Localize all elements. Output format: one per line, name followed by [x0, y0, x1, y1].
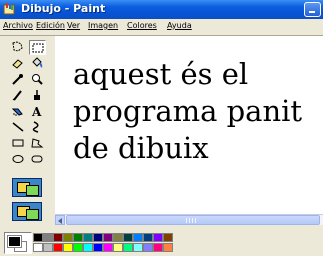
rect-select-icon: [32, 43, 44, 53]
paint-app-icon[interactable]: [3, 3, 16, 16]
tool-text[interactable]: A: [29, 104, 46, 119]
eraser-icon: [12, 59, 23, 69]
color-swatch[interactable]: [63, 243, 73, 252]
tool-airbrush[interactable]: [10, 104, 27, 119]
tool-brush[interactable]: [29, 88, 46, 103]
color-swatch[interactable]: [133, 243, 143, 252]
text-tool-icon: A: [31, 105, 42, 117]
svg-text:A: A: [31, 105, 42, 117]
free-select-icon: [12, 41, 23, 52]
curve-icon: [32, 121, 39, 133]
color-swatch[interactable]: [153, 233, 163, 242]
tool-ellipse[interactable]: [10, 152, 27, 167]
tool-rectangle[interactable]: [10, 136, 27, 151]
color-palette: [0, 226, 323, 256]
color-swatch[interactable]: [53, 243, 63, 252]
color-swatch[interactable]: [43, 243, 53, 252]
canvas-text: aquest és el programa panit de dibuix: [73, 56, 302, 167]
polygon-icon: [31, 138, 44, 148]
color-swatch[interactable]: [123, 243, 133, 252]
color-swatch[interactable]: [33, 233, 43, 242]
menu-edicion[interactable]: Edición: [36, 21, 65, 30]
tool-fill[interactable]: [29, 56, 46, 71]
menu-colores[interactable]: Colores: [127, 21, 157, 30]
minimize-icon: [309, 11, 315, 13]
horizontal-scrollbar[interactable]: [55, 214, 323, 225]
ellipse-icon: [12, 155, 24, 163]
canvas-text-line: de dibuix: [73, 131, 209, 165]
scroll-thumb[interactable]: [66, 215, 320, 225]
airbrush-icon: [11, 108, 23, 116]
color-picker-icon: [12, 74, 23, 85]
minimize-button[interactable]: [304, 2, 321, 17]
canvas-text-line: aquest és el: [73, 57, 249, 91]
toolbox: A: [0, 36, 54, 226]
color-swatch[interactable]: [63, 233, 73, 242]
tool-line[interactable]: [10, 120, 27, 135]
drawing-canvas[interactable]: aquest és el programa panit de dibuix: [55, 36, 323, 214]
tool-option-opaque[interactable]: [12, 178, 42, 197]
color-swatch[interactable]: [113, 233, 123, 242]
color-swatch[interactable]: [163, 243, 173, 252]
color-swatch[interactable]: [53, 233, 63, 242]
magnifier-icon: [32, 74, 43, 85]
title-bar: Dibujo - Paint: [0, 0, 323, 19]
pencil-icon: [12, 90, 22, 101]
menu-bar: Archivo Edición Ver Imagen Colores Ayuda: [0, 19, 323, 35]
canvas-text-line: programa panit: [73, 94, 303, 128]
tool-option-transparent[interactable]: [12, 202, 42, 221]
menu-ayuda[interactable]: Ayuda: [167, 21, 192, 30]
window-title: Dibujo - Paint: [21, 2, 106, 15]
color-swatch[interactable]: [73, 243, 83, 252]
rounded-rect-icon: [31, 155, 43, 163]
tool-polygon[interactable]: [29, 136, 46, 151]
color-swatch[interactable]: [143, 233, 153, 242]
color-swatch[interactable]: [33, 243, 43, 252]
color-swatch[interactable]: [83, 243, 93, 252]
current-colors[interactable]: [4, 232, 32, 254]
tool-magnifier[interactable]: [29, 72, 46, 87]
tool-eraser[interactable]: [10, 56, 27, 71]
color-swatch[interactable]: [143, 243, 153, 252]
color-swatch[interactable]: [163, 233, 173, 242]
color-swatch[interactable]: [133, 233, 143, 242]
color-swatch[interactable]: [93, 243, 103, 252]
line-icon: [12, 122, 24, 132]
color-swatch[interactable]: [43, 233, 53, 242]
fill-bucket-icon: [32, 57, 43, 68]
menu-imagen[interactable]: Imagen: [88, 21, 118, 30]
tool-curve[interactable]: [29, 120, 46, 135]
rectangle-icon: [12, 139, 24, 147]
color-swatch[interactable]: [153, 243, 163, 252]
tool-free-select[interactable]: [10, 40, 27, 55]
color-swatch[interactable]: [123, 233, 133, 242]
color-swatch[interactable]: [113, 243, 123, 252]
foreground-color-swatch[interactable]: [7, 235, 22, 248]
tool-rect-select[interactable]: [29, 40, 46, 55]
menu-ver[interactable]: Ver: [67, 21, 80, 30]
scroll-left-button[interactable]: [55, 215, 65, 225]
brush-icon: [34, 90, 40, 100]
tool-rounded-rect[interactable]: [29, 152, 46, 167]
color-swatch[interactable]: [83, 233, 93, 242]
menu-archivo[interactable]: Archivo: [3, 21, 33, 30]
color-swatch[interactable]: [103, 233, 113, 242]
color-swatch[interactable]: [93, 233, 103, 242]
color-swatch[interactable]: [73, 233, 83, 242]
color-swatch[interactable]: [103, 243, 113, 252]
tool-color-picker[interactable]: [10, 72, 27, 87]
tool-pencil[interactable]: [10, 88, 27, 103]
